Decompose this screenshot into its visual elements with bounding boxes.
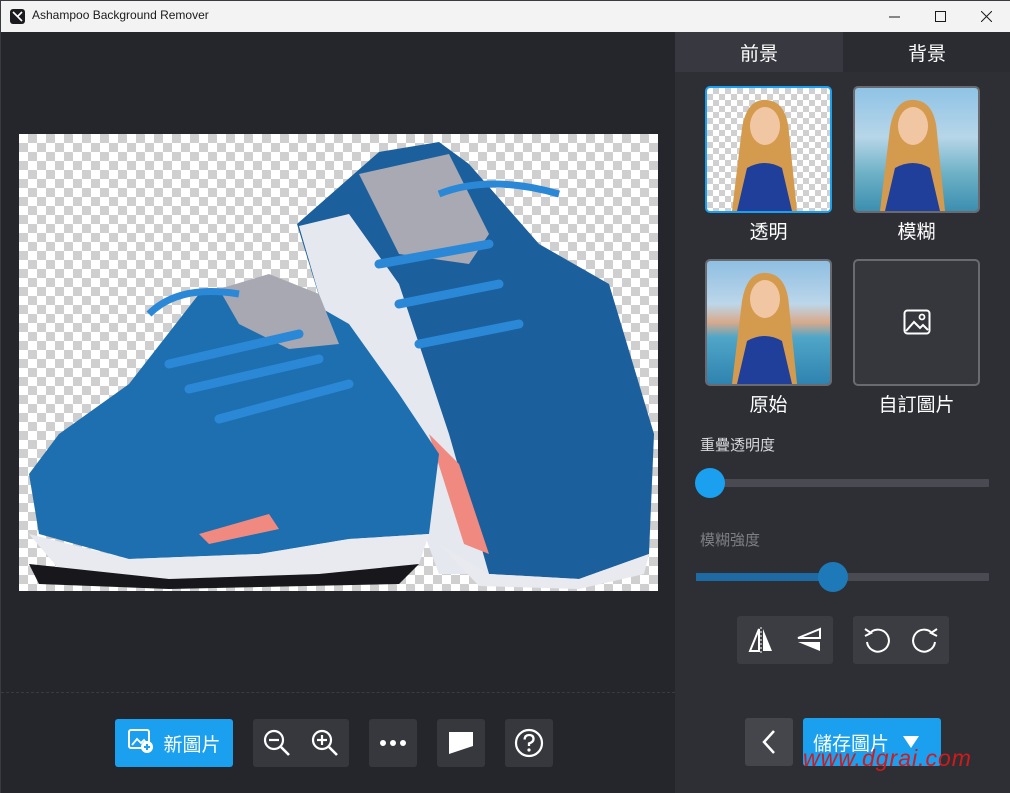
tab-foreground-label: 前景 — [739, 42, 778, 65]
help-button[interactable] — [505, 719, 553, 767]
bg-option-original[interactable] — [705, 259, 832, 386]
flip-horizontal-icon — [748, 627, 772, 653]
more-button[interactable] — [369, 719, 417, 767]
compare-icon — [449, 732, 473, 754]
zoom-out-icon — [263, 729, 290, 756]
chevron-left-icon — [762, 730, 775, 754]
bg-option-transparent-label: 透明 — [749, 221, 788, 243]
zoom-in-icon — [311, 729, 338, 756]
back-button[interactable] — [745, 718, 793, 766]
rotate-right-icon — [912, 628, 938, 653]
app-logo-icon — [10, 9, 25, 24]
tab-background-label: 背景 — [907, 42, 946, 65]
window-title: Ashampoo Background Remover — [32, 8, 209, 22]
bg-option-transparent[interactable] — [705, 86, 832, 213]
minimize-button[interactable] — [871, 1, 917, 32]
blur-slider-handle[interactable] — [818, 562, 848, 592]
bg-option-blur-label: 模糊 — [897, 221, 936, 243]
rotate-group — [853, 616, 949, 664]
add-image-icon — [127, 728, 155, 758]
bg-option-custom[interactable] — [853, 259, 980, 386]
opacity-slider-track[interactable] — [696, 479, 989, 487]
portrait-image — [732, 99, 797, 211]
flip-vertical-icon — [797, 627, 821, 651]
maximize-button[interactable] — [917, 1, 963, 32]
flip-group — [737, 616, 833, 664]
close-button[interactable] — [963, 1, 1009, 32]
bg-option-original-label: 原始 — [749, 394, 788, 416]
new-image-label: 新圖片 — [163, 733, 221, 756]
watermark-text: www.dgrai.com — [803, 745, 972, 771]
rotate-left-icon — [864, 628, 890, 653]
blur-slider-fill — [696, 573, 834, 581]
help-icon — [514, 728, 544, 758]
bg-option-custom-label: 自訂圖片 — [878, 394, 955, 416]
title-bar: Ashampoo Background Remover — [1, 1, 1010, 32]
bottom-toolbar: 新圖片 — [1, 692, 675, 793]
zoom-group — [253, 719, 349, 767]
tab-foreground[interactable]: 前景 — [675, 32, 843, 72]
portrait-image — [880, 99, 945, 211]
rotate-right-button[interactable] — [901, 616, 949, 664]
new-image-button[interactable]: 新圖片 — [115, 719, 233, 767]
flip-horizontal-button[interactable] — [737, 616, 785, 664]
zoom-out-button[interactable] — [253, 719, 301, 767]
zoom-in-button[interactable] — [301, 719, 349, 767]
portrait-image — [732, 272, 797, 384]
compare-button[interactable] — [437, 719, 485, 767]
image-icon — [903, 309, 931, 335]
flip-vertical-button[interactable] — [785, 616, 833, 664]
app-window: Ashampoo Background Remover 新圖片 前景 背景 透明… — [0, 0, 1010, 793]
more-icon — [380, 740, 406, 746]
preview-image — [19, 134, 658, 591]
tab-background[interactable]: 背景 — [843, 32, 1010, 72]
bg-option-blur[interactable] — [853, 86, 980, 213]
sneakers-image — [29, 142, 654, 589]
opacity-slider-handle[interactable] — [695, 468, 725, 498]
settings-panel: 前景 背景 透明 模糊 原始 自訂圖片 重疊透明度 模糊強度 儲存圖片 — [675, 32, 1010, 793]
rotate-left-button[interactable] — [853, 616, 901, 664]
opacity-slider-label: 重疊透明度 — [700, 436, 776, 454]
preview-canvas — [1, 32, 675, 692]
blur-slider-label: 模糊強度 — [700, 531, 761, 549]
